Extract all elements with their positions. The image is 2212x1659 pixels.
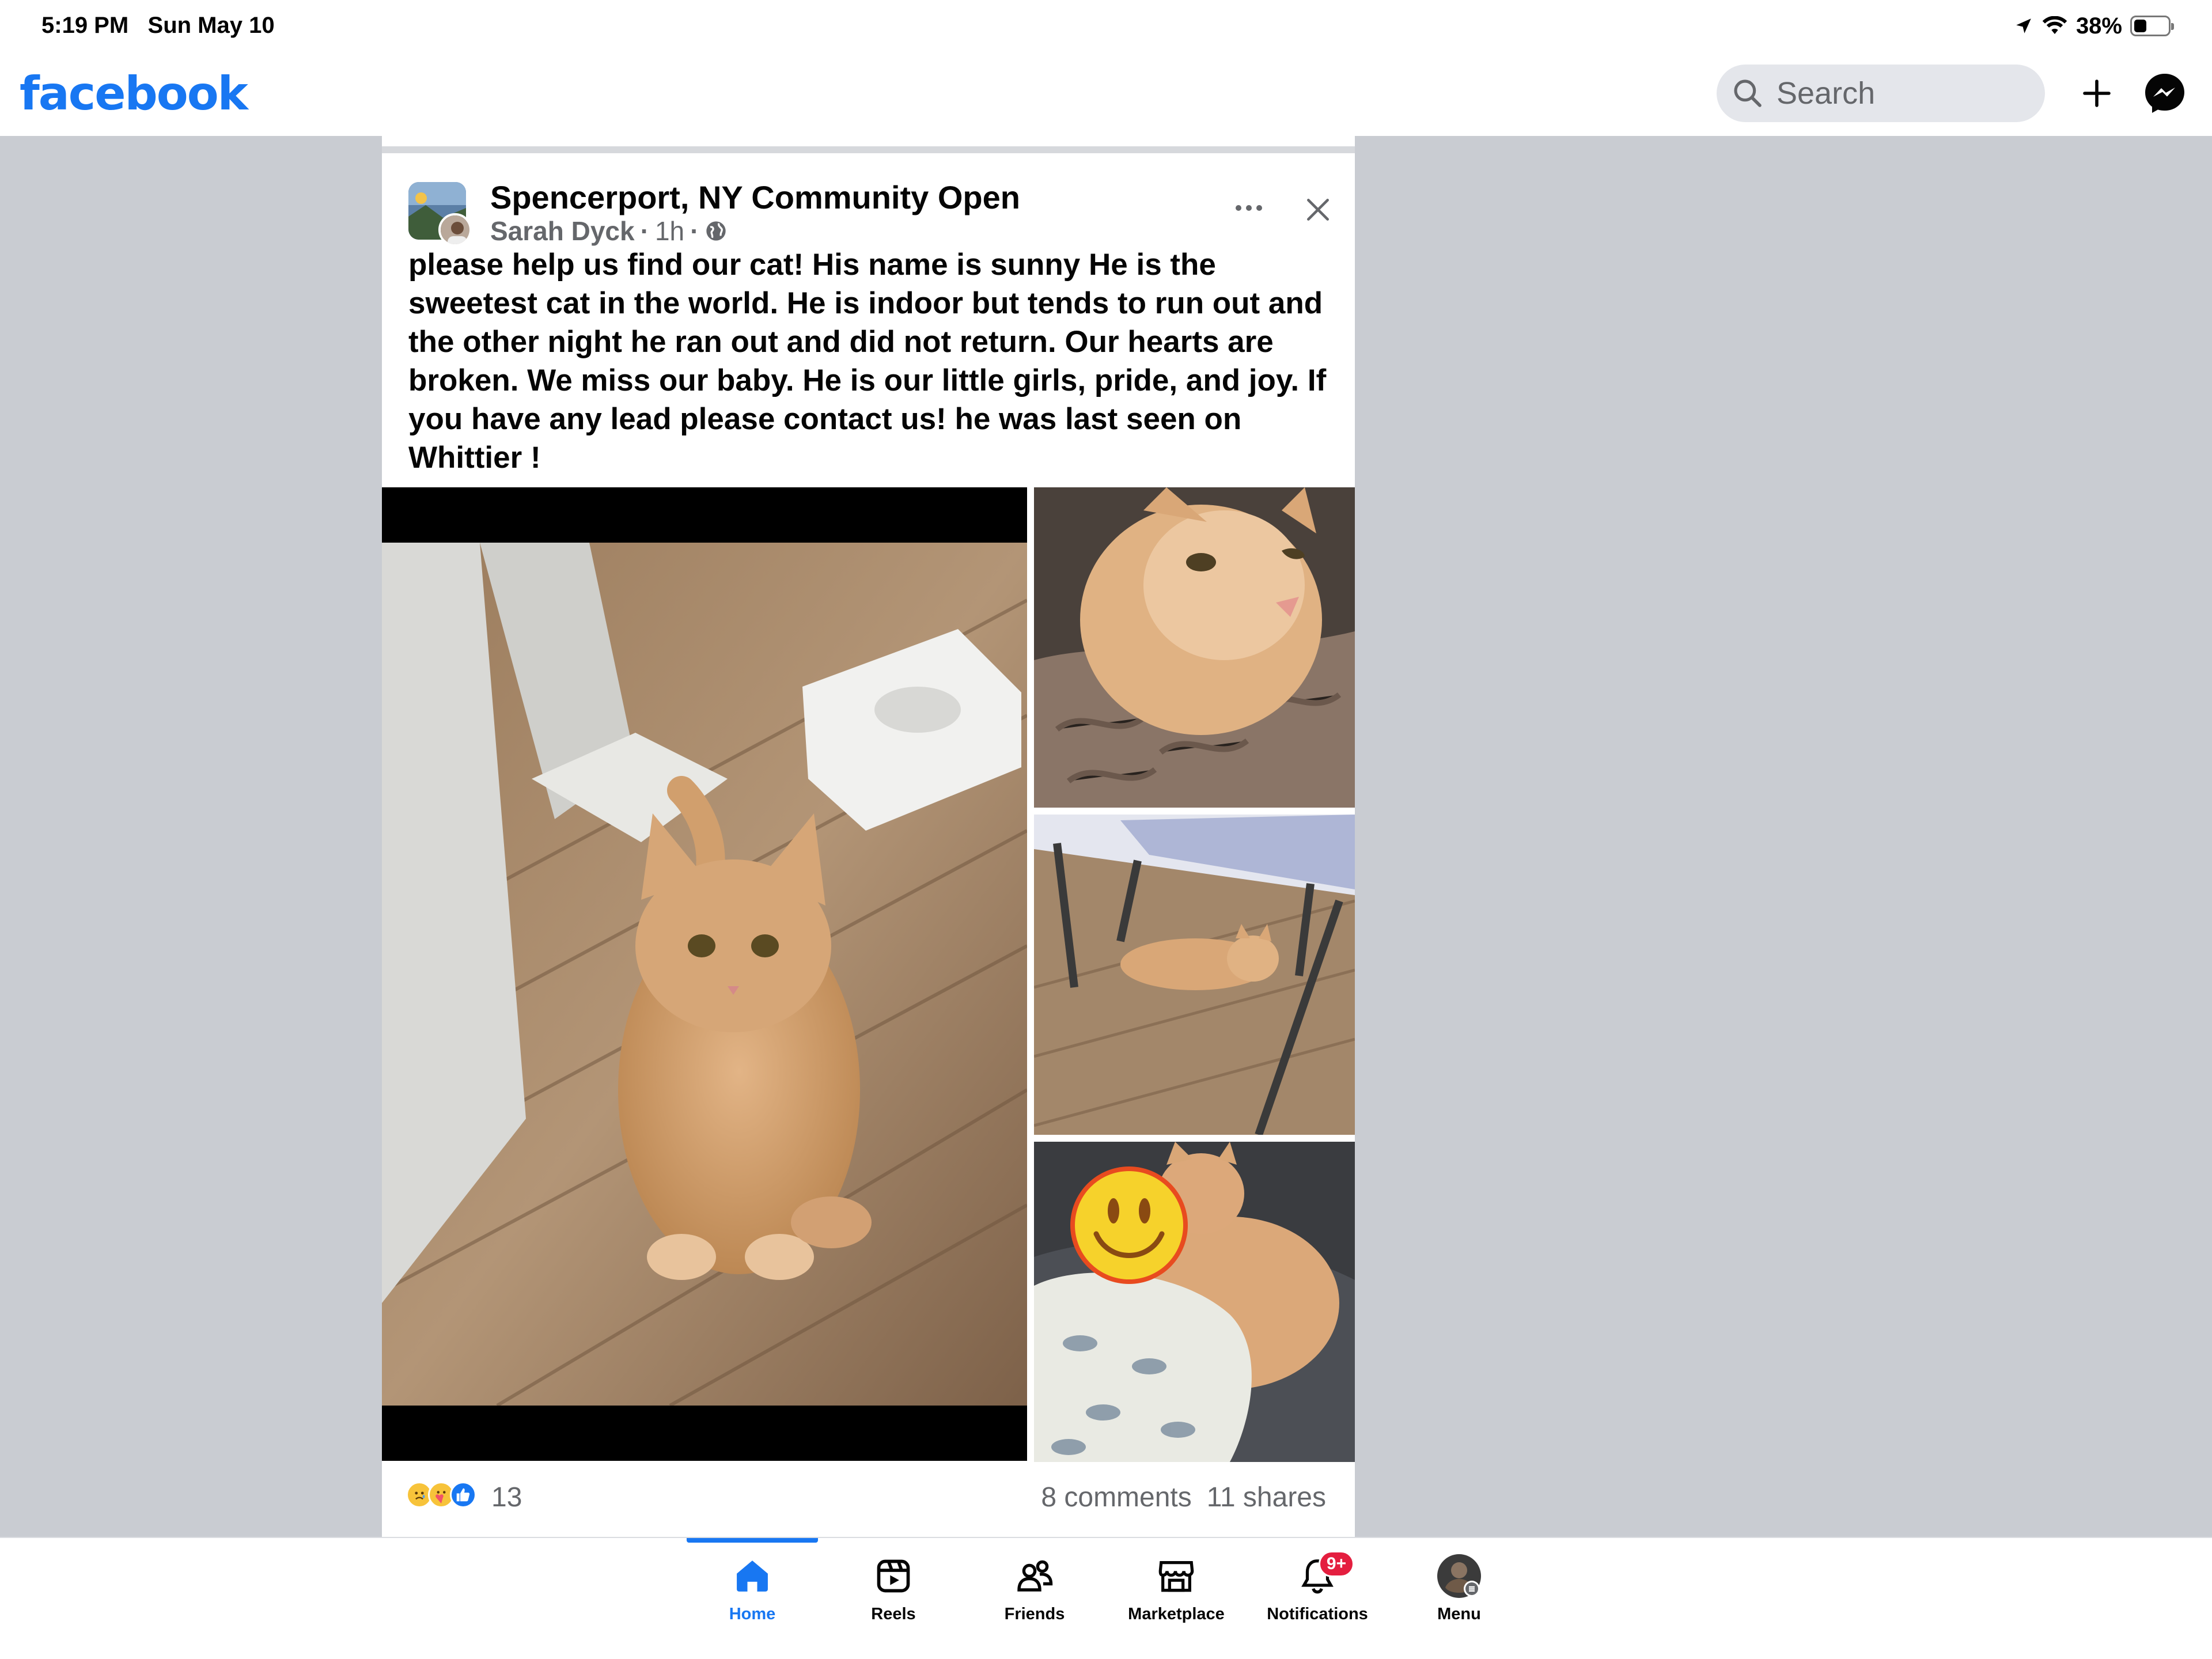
meta-separator: · (690, 216, 699, 246)
search-icon (1734, 79, 1762, 107)
post-photo-3[interactable] (1034, 815, 1355, 1135)
profile-avatar (1437, 1554, 1481, 1598)
hide-post-button[interactable] (1295, 187, 1341, 233)
wifi-icon (2042, 16, 2067, 35)
cat-closeup-photo (1034, 487, 1355, 808)
nav-marketplace-label: Marketplace (1128, 1605, 1225, 1623)
nav-friends-label: Friends (1004, 1605, 1065, 1623)
marketplace-icon (1158, 1561, 1194, 1592)
post-text: please help us find our cat! His name is… (408, 248, 1327, 475)
nav-marketplace[interactable]: Marketplace (1110, 1538, 1243, 1659)
reaction-icons[interactable] (406, 1482, 476, 1508)
facebook-logo[interactable]: facebook (20, 67, 248, 120)
nav-reels-label: Reels (871, 1605, 916, 1623)
home-icon (737, 1560, 768, 1592)
close-icon (1307, 199, 1329, 221)
friends-icon (1017, 1560, 1053, 1592)
post-time[interactable]: 1h (655, 215, 684, 247)
divider (382, 146, 1355, 153)
author-name[interactable]: Sarah Dyck (490, 215, 635, 247)
engagement-stats: 8 comments 11 shares (1041, 1482, 1326, 1513)
search-placeholder: Search (1777, 76, 1876, 111)
nav-home-label: Home (729, 1605, 776, 1623)
post-meta: Sarah Dyck · 1h · (490, 215, 728, 247)
post-photo-main[interactable] (382, 487, 1027, 1461)
cat-photo (382, 543, 1027, 1406)
plus-icon (2083, 79, 2111, 107)
post-photo-2[interactable] (1034, 487, 1355, 808)
comments-count[interactable]: 8 comments (1041, 1482, 1191, 1513)
status-bar: 5:19 PM Sun May 10 38% (0, 0, 2212, 53)
post-photo-4[interactable] (1034, 1142, 1355, 1462)
battery-percent: 38% (2075, 13, 2122, 39)
shares-count[interactable]: 11 shares (1207, 1482, 1326, 1513)
group-name[interactable]: Spencerport, NY Community Open (490, 179, 1020, 216)
more-options-button[interactable] (1223, 188, 1275, 228)
nav-menu[interactable]: Menu (1393, 1538, 1525, 1659)
messenger-icon (2145, 74, 2184, 113)
reaction-count[interactable]: 13 (491, 1482, 522, 1513)
nav-menu-label: Menu (1437, 1605, 1481, 1623)
reactions-row: 13 8 comments 11 shares (382, 1467, 1355, 1524)
status-indicators: 38% (2014, 12, 2174, 40)
nav-reels[interactable]: Reels (827, 1538, 960, 1659)
search-input[interactable]: Search (1717, 65, 2045, 122)
battery-icon (2130, 16, 2174, 36)
post-card: Spencerport, NY Community Open Sarah Dyc… (382, 136, 1355, 1537)
meta-separator: · (640, 216, 649, 246)
top-header: facebook Search (0, 53, 2212, 136)
author-avatar[interactable] (438, 213, 472, 247)
nav-friends[interactable]: Friends (968, 1538, 1101, 1659)
location-icon (2016, 18, 2031, 33)
notifications-badge: 9+ (1319, 1551, 1354, 1577)
nav-notifications-label: Notifications (1267, 1605, 1368, 1623)
more-icon (1236, 205, 1262, 211)
globe-icon (706, 221, 726, 241)
cat-under-table-photo (1034, 815, 1355, 1135)
reels-icon (877, 1559, 910, 1593)
nav-home[interactable]: Home (686, 1538, 819, 1659)
status-time: 5:19 PM Sun May 10 (41, 13, 275, 38)
messenger-button[interactable] (2142, 70, 2188, 116)
create-button[interactable] (2074, 70, 2120, 116)
nav-notifications[interactable]: 9+ Notifications (1251, 1538, 1384, 1659)
bottom-nav: Home Reels Friends Marketplace 9+ Notifi… (0, 1537, 2212, 1659)
cat-with-baby-photo (1034, 1142, 1355, 1462)
like-reaction-icon (450, 1482, 476, 1508)
